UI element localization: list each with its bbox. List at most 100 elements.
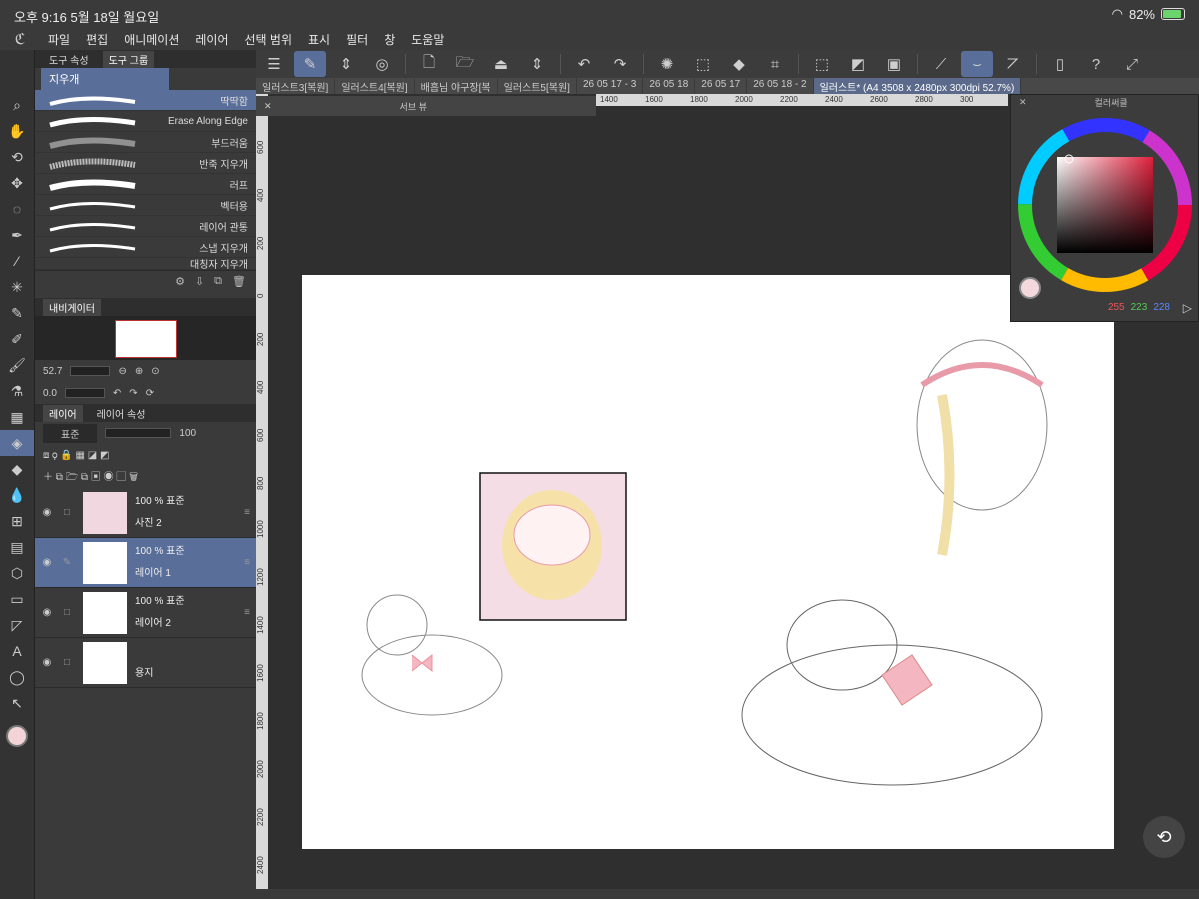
close-icon[interactable]: ✕ — [1019, 97, 1027, 108]
brush-item[interactable]: 부드러움 — [35, 132, 256, 153]
tool-toggle-icon[interactable]: ✎ — [294, 51, 326, 77]
open-folder-icon[interactable]: 🗁 — [449, 51, 481, 77]
airbrush-icon[interactable]: ⚗ — [0, 378, 34, 404]
layer-item-active[interactable]: ◉ ✎ 100 % 표준 레이어 1 ≡ — [35, 538, 256, 588]
pen-icon[interactable]: ✎ — [0, 300, 34, 326]
color-swatch-icon[interactable] — [0, 716, 34, 756]
duplicate-icon[interactable]: ⧉ — [214, 275, 222, 288]
brush-item[interactable]: 레이어 관통 — [35, 216, 256, 237]
brush-item[interactable]: 벡터용 — [35, 195, 256, 216]
menu-animation[interactable]: 애니메이션 — [116, 31, 187, 48]
redo-icon[interactable]: ↷ — [604, 51, 636, 77]
transform-icon[interactable]: ⌗ — [759, 51, 791, 77]
eye-icon[interactable]: ◉ — [35, 607, 59, 618]
zoom-in-icon[interactable]: ⊕ — [135, 366, 143, 377]
brush-item[interactable]: 대칭자 지우개 — [35, 258, 256, 270]
color-ring[interactable] — [1013, 113, 1199, 299]
fill-icon[interactable]: ◆ — [723, 51, 755, 77]
rotate-icon[interactable]: ⟲ — [0, 144, 34, 170]
opacity-value[interactable]: 100 — [179, 428, 196, 439]
clear-icon[interactable]: ⬚ — [806, 51, 838, 77]
help-icon[interactable]: ? — [1080, 51, 1112, 77]
zoom-out-icon[interactable]: ⊖ — [118, 366, 126, 377]
save-icon[interactable]: ⏏ — [485, 51, 517, 77]
grip-icon[interactable]: ≡ — [244, 507, 250, 518]
pen-icon[interactable]: ✎ — [59, 557, 75, 568]
rotate-canvas-button[interactable]: ⟲ — [1143, 816, 1185, 858]
trash-icon[interactable]: 🗑 — [232, 275, 246, 288]
tab-doc[interactable]: 26 05 17 - 3 — [577, 78, 644, 94]
loading-icon[interactable]: ✺ — [651, 51, 683, 77]
layer-item[interactable]: ◉ □ 용지 — [35, 638, 256, 688]
lasso-icon[interactable]: ◌ — [0, 196, 34, 222]
fill-bucket-icon[interactable]: ◆ — [0, 456, 34, 482]
tool-name[interactable]: 지우개 — [41, 68, 169, 90]
crop-icon[interactable]: ▣ — [878, 51, 910, 77]
settings-icon[interactable]: ⚙ — [175, 275, 185, 288]
brush-item[interactable]: Erase Along Edge — [35, 111, 256, 132]
brush-item[interactable]: 러프 — [35, 174, 256, 195]
eye-icon[interactable]: ◉ — [35, 557, 59, 568]
blend-mode[interactable]: 표준 — [43, 423, 98, 443]
zoom-value[interactable]: 52.7 — [43, 366, 62, 377]
menu-selection[interactable]: 선택 범위 — [237, 31, 301, 48]
brush-icon[interactable]: 🖌 — [0, 352, 34, 378]
menu-filter[interactable]: 필터 — [338, 31, 376, 48]
pencil-icon[interactable]: ✐ — [0, 326, 34, 352]
balloon-icon[interactable]: ◯ — [0, 664, 34, 690]
stroke-icon[interactable]: ⌣ — [961, 51, 993, 77]
text-icon[interactable]: A — [0, 638, 34, 664]
move-icon[interactable]: ✥ — [0, 170, 34, 196]
menu-window[interactable]: 창 — [376, 31, 403, 48]
layer-icon[interactable]: ◎ — [366, 51, 398, 77]
tab-doc-active[interactable]: 일러스트* (A4 3508 x 2480px 300dpi 52.7%) — [813, 78, 1022, 94]
download-icon[interactable]: ⇩ — [195, 275, 204, 288]
tab-doc[interactable]: 일러스트5[복원] — [498, 78, 577, 94]
zoom-fit-icon[interactable]: ⊙ — [151, 366, 159, 377]
gradient-icon[interactable]: ▤ — [0, 534, 34, 560]
layer-tool-icons[interactable]: ⧈ ⚲ 🔒 ▦ ◪ ◩ — [43, 450, 109, 461]
tab-doc[interactable]: 일러스트3[복원] — [256, 78, 336, 94]
brush-item[interactable]: 반죽 지우개 — [35, 153, 256, 174]
clear-outside-icon[interactable]: ◩ — [842, 51, 874, 77]
magic-icon[interactable]: ✳ — [0, 274, 34, 300]
menu-help[interactable]: 도움말 — [403, 31, 452, 48]
zoom-slider[interactable] — [70, 366, 111, 376]
tab-navigator[interactable]: 내비게이터 — [43, 298, 101, 316]
tab-tool-property[interactable]: 도구 속성 — [43, 51, 95, 68]
eyedropper-icon[interactable]: ⁄ — [0, 248, 34, 274]
canvas-paper[interactable] — [302, 275, 1114, 849]
menu-layer[interactable]: 레이어 — [187, 31, 236, 48]
arrows-icon[interactable]: ⇕ — [330, 51, 362, 77]
layer-action-icons[interactable]: ＋ ⧉ 🗁 ⧉ ▣ ◉ ▢ 🗑 — [43, 468, 138, 487]
snap-icon[interactable]: ⦢ — [997, 51, 1029, 77]
close-icon[interactable]: ✕ — [264, 101, 272, 112]
rotate-right-icon[interactable]: ↷ — [129, 388, 137, 399]
eye-icon[interactable]: ◉ — [35, 507, 59, 518]
grip-icon[interactable]: ≡ — [244, 557, 250, 568]
menu-view[interactable]: 표시 — [300, 31, 338, 48]
grid-icon[interactable]: ⊞ — [0, 508, 34, 534]
new-file-icon[interactable]: 🗋 — [413, 51, 445, 77]
undo-icon[interactable]: ↶ — [568, 51, 600, 77]
tab-layer-property[interactable]: 레이어 속성 — [91, 405, 152, 422]
play-icon[interactable]: ▷ — [1183, 301, 1192, 315]
hamburger-icon[interactable]: ☰ — [258, 51, 290, 77]
brush-item[interactable]: 스냅 지우개 — [35, 237, 256, 258]
tab-doc[interactable]: 26 05 17 — [695, 78, 748, 94]
phone-icon[interactable]: ▯ — [1044, 51, 1076, 77]
zoom-icon[interactable]: ⌕ — [0, 92, 34, 118]
layer-item[interactable]: ◉ □ 100 % 표준 레이어 2 ≡ — [35, 588, 256, 638]
blend-icon[interactable]: 💧 — [0, 482, 34, 508]
auto-select-icon[interactable]: ✒ — [0, 222, 34, 248]
correct-line-icon[interactable]: ↖ — [0, 690, 34, 716]
eye-icon[interactable]: ◉ — [35, 657, 59, 668]
rotate-left-icon[interactable]: ↶ — [113, 388, 121, 399]
deselect-icon[interactable]: ⬚ — [687, 51, 719, 77]
eraser-icon[interactable]: ◈ — [0, 430, 34, 456]
fullscreen-icon[interactable]: ⤢ — [1116, 51, 1148, 77]
grip-icon[interactable]: ≡ — [244, 607, 250, 618]
app-logo-icon[interactable]: ℭ — [0, 30, 40, 48]
main-color-swatch[interactable] — [1019, 277, 1041, 299]
checkbox[interactable]: □ — [59, 657, 75, 668]
